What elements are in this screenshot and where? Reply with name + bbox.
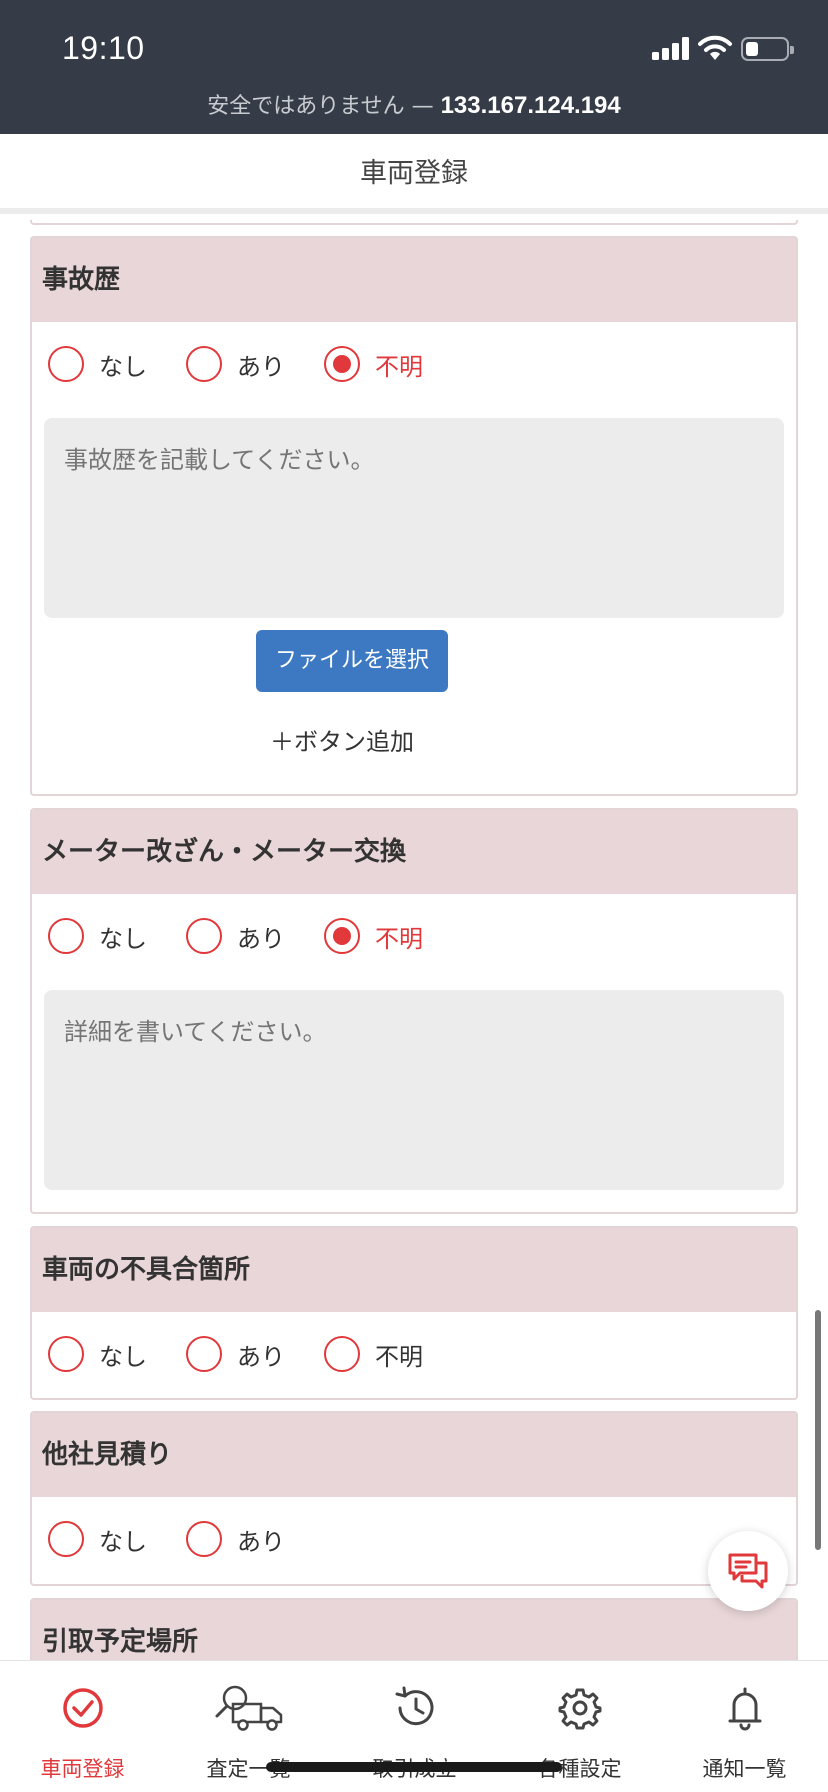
radio-circle[interactable] [186, 1521, 222, 1557]
chat-button[interactable] [708, 1531, 788, 1611]
choose-file-button[interactable]: ファイルを選択 [256, 630, 448, 692]
insecure-label: 安全ではありません — [207, 94, 434, 119]
check-circle-icon [0, 1683, 165, 1733]
radio-label: あり [237, 1342, 285, 1371]
radio-none[interactable]: なし [48, 346, 147, 382]
cellular-signal-icon [652, 36, 692, 60]
radio-circle[interactable] [186, 346, 222, 382]
radio-circle[interactable] [48, 1336, 84, 1372]
add-button[interactable]: ＋ボタン追加 [32, 722, 652, 757]
radio-label: なし [99, 1342, 147, 1371]
status-bar: 19:10 安全ではありません — 133.167.124.194 [0, 0, 828, 134]
radio-yes[interactable]: あり [186, 1521, 285, 1557]
nav-completed-deals[interactable]: 取引成立 [332, 1661, 497, 1792]
radio-label: あり [237, 924, 285, 953]
url-host: 133.167.124.194 [440, 92, 621, 119]
radio-group-accident: なし あり 不明 [32, 322, 796, 406]
radio-unknown[interactable]: 不明 [324, 346, 423, 382]
radio-none[interactable]: なし [48, 1336, 147, 1372]
radio-circle[interactable] [186, 918, 222, 954]
radio-none[interactable]: なし [48, 918, 147, 954]
browser-url-bar[interactable]: 安全ではありません — 133.167.124.194 [0, 88, 828, 120]
radio-label: なし [99, 1527, 147, 1556]
meter-details-textarea[interactable] [44, 990, 784, 1190]
radio-circle-selected[interactable] [324, 918, 360, 954]
previous-section-edge [30, 220, 798, 225]
radio-group-meter: なし あり 不明 [32, 894, 796, 978]
section-title: 引取予定場所 [32, 1600, 796, 1660]
radio-group-defects: なし あり 不明 [32, 1312, 796, 1396]
gear-icon [497, 1683, 662, 1733]
history-icon [332, 1683, 497, 1733]
section-other-quotes: 他社見積り なし あり [30, 1411, 798, 1586]
bell-icon [662, 1683, 827, 1733]
radio-circle[interactable] [48, 346, 84, 382]
scroll-indicator [815, 1310, 821, 1550]
battery-icon [741, 37, 794, 61]
radio-circle[interactable] [186, 1336, 222, 1372]
radio-yes[interactable]: あり [186, 1336, 285, 1372]
nav-label: 車両登録 [40, 1757, 125, 1781]
radio-none[interactable]: なし [48, 1521, 147, 1557]
nav-assessment-list[interactable]: 査定一覧 [166, 1661, 331, 1792]
radio-circle[interactable] [48, 918, 84, 954]
chat-icon [728, 1553, 768, 1589]
section-title: 他社見積り [32, 1413, 796, 1497]
wifi-icon [698, 34, 732, 62]
radio-label: あり [237, 352, 285, 381]
nav-settings[interactable]: 各種設定 [497, 1661, 662, 1792]
form-content: 事故歴 なし あり 不明 ファイルを選択 ＋ボタン追加 メーター改ざん・メーター… [0, 220, 828, 1660]
section-title: 事故歴 [32, 238, 796, 322]
status-time: 19:10 [62, 30, 145, 66]
radio-unknown[interactable]: 不明 [324, 1336, 423, 1372]
section-meter-tampering: メーター改ざん・メーター交換 なし あり 不明 [30, 808, 798, 1214]
radio-label: なし [99, 924, 147, 953]
nav-notifications[interactable]: 通知一覧 [662, 1661, 827, 1792]
radio-label: 不明 [375, 352, 423, 381]
bottom-navigation: 車両登録 査定一覧 取引成立 [0, 1660, 828, 1792]
radio-label: なし [99, 352, 147, 381]
section-accident-history: 事故歴 なし あり 不明 ファイルを選択 ＋ボタン追加 [30, 236, 798, 796]
accident-history-textarea[interactable] [44, 418, 784, 618]
radio-label: あり [237, 1527, 285, 1556]
radio-unknown[interactable]: 不明 [324, 918, 423, 954]
section-pickup-location: 引取予定場所 [30, 1598, 798, 1660]
home-indicator[interactable] [266, 1762, 562, 1772]
section-vehicle-defects: 車両の不具合箇所 なし あり 不明 [30, 1226, 798, 1400]
radio-circle[interactable] [48, 1521, 84, 1557]
radio-yes[interactable]: あり [186, 346, 285, 382]
page-title: 車両登録 [0, 134, 828, 214]
radio-circle[interactable] [324, 1336, 360, 1372]
nav-label: 通知一覧 [702, 1757, 787, 1781]
section-title: 車両の不具合箇所 [32, 1228, 796, 1312]
radio-group-quotes: なし あり [32, 1497, 796, 1581]
radio-label: 不明 [375, 1342, 423, 1371]
radio-yes[interactable]: あり [186, 918, 285, 954]
nav-vehicle-registration[interactable]: 車両登録 [0, 1661, 165, 1792]
radio-circle-selected[interactable] [324, 346, 360, 382]
truck-search-icon [166, 1683, 331, 1733]
radio-label: 不明 [375, 924, 423, 953]
section-title: メーター改ざん・メーター交換 [32, 810, 796, 894]
